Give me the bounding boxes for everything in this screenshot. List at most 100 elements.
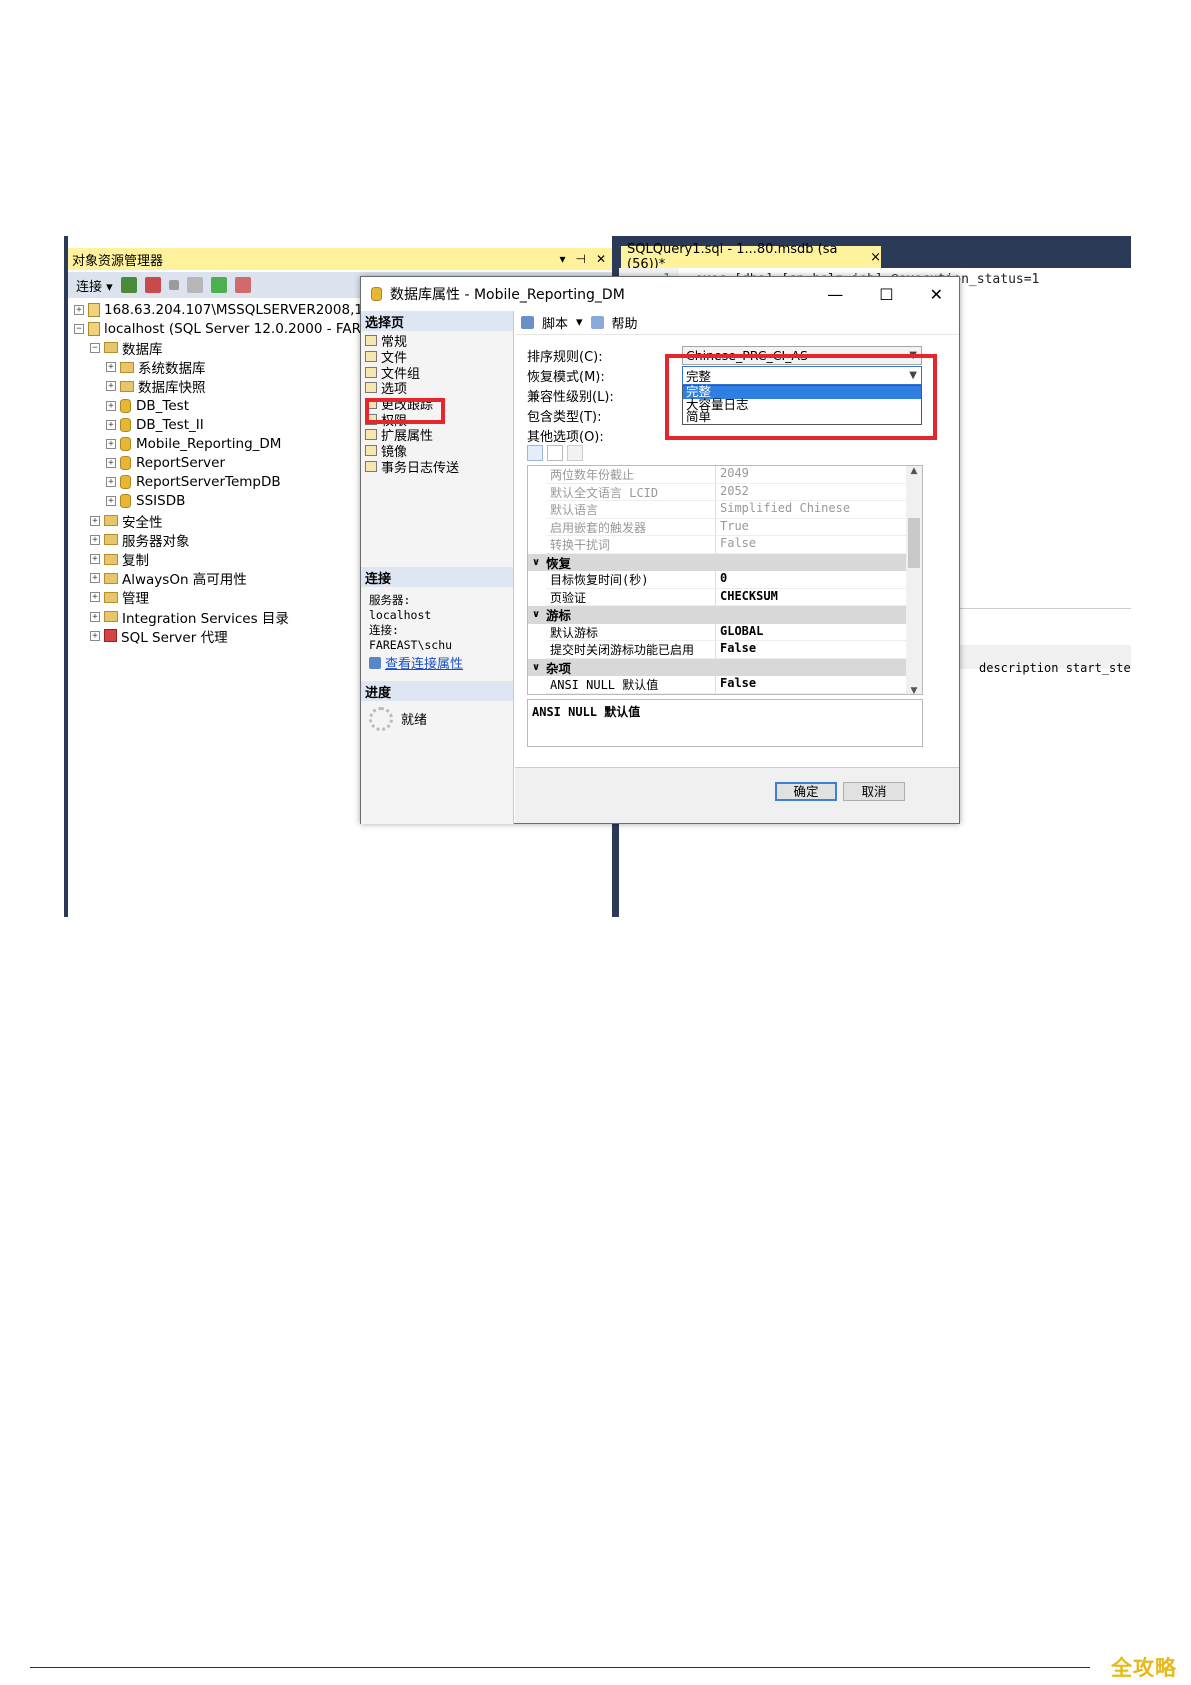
- grid-row[interactable]: 默认游标 GLOBAL: [528, 623, 906, 641]
- object-explorer-title-controls: ▾ ⊣ ✕: [559, 252, 612, 266]
- activity-monitor-icon[interactable]: [234, 277, 251, 293]
- query-tab[interactable]: SQLQuery1.sql - 1...80.msdb (sa (56))* ×: [621, 242, 881, 272]
- refresh-icon[interactable]: [210, 277, 227, 293]
- grid-row-value[interactable]: False: [716, 676, 906, 694]
- dialog-toolbar: 脚本 ▾ 帮助: [515, 311, 959, 335]
- grid-row[interactable]: 两位数年份截止 2049: [528, 466, 906, 484]
- ok-button[interactable]: 确定: [775, 782, 837, 801]
- expand-icon[interactable]: +: [106, 438, 116, 449]
- stop-icon[interactable]: [168, 280, 179, 290]
- expand-icon[interactable]: +: [74, 304, 84, 315]
- tree-node-label: 服务器对象: [122, 533, 190, 550]
- collapse-icon[interactable]: ∨: [532, 557, 546, 568]
- object-explorer-title: 对象资源管理器: [72, 253, 164, 269]
- expand-icon[interactable]: +: [106, 496, 116, 507]
- connect-icon[interactable]: [120, 277, 137, 293]
- other-options-label: 其他选项(O):: [527, 429, 604, 445]
- pin-icon[interactable]: ⊣: [575, 252, 585, 266]
- scroll-thumb[interactable]: [908, 518, 920, 568]
- script-dropdown-icon[interactable]: ▾: [576, 315, 583, 330]
- expand-icon[interactable]: +: [106, 362, 116, 373]
- database-icon: [120, 475, 131, 490]
- tree-node-label: ReportServerTempDB: [136, 474, 281, 491]
- server-icon: [88, 321, 100, 336]
- view-connection-properties-link[interactable]: 查看连接属性: [361, 653, 513, 672]
- expand-icon[interactable]: +: [90, 630, 100, 641]
- expand-icon[interactable]: +: [90, 554, 100, 565]
- expand-icon[interactable]: +: [90, 573, 100, 584]
- connection-value: FAREAST\schu: [369, 638, 453, 652]
- cancel-button[interactable]: 取消: [843, 782, 905, 801]
- connect-button[interactable]: 连接 ▾: [76, 276, 113, 295]
- grid-row[interactable]: 默认语言 Simplified Chinese: [528, 501, 906, 519]
- grid-row-value[interactable]: False: [716, 536, 906, 554]
- grid-row-name: ANSI NULL 默认值: [546, 676, 716, 694]
- grid-category[interactable]: ∨ 恢复: [528, 553, 906, 571]
- grid-row-value[interactable]: CHECKSUM: [716, 589, 906, 606]
- maximize-icon[interactable]: ☐: [879, 285, 893, 304]
- tree-node-label: SSISDB: [136, 493, 186, 510]
- expand-icon[interactable]: +: [106, 458, 116, 469]
- grid-category[interactable]: ∨ 杂项: [528, 658, 906, 676]
- page-icon: [365, 382, 377, 394]
- help-button[interactable]: 帮助: [612, 313, 638, 332]
- dropdown-icon[interactable]: ▾: [559, 252, 565, 266]
- grid-row-name: 默认全文语言 LCID: [546, 483, 716, 501]
- grid-row[interactable]: 提交时关闭游标功能已启用 False: [528, 641, 906, 659]
- tree-node-label: 复制: [122, 553, 149, 570]
- expand-icon[interactable]: +: [90, 611, 100, 622]
- expand-icon[interactable]: +: [90, 592, 100, 603]
- grid-row[interactable]: ANSI NULLS 已启用Fal: [528, 693, 906, 695]
- database-icon: [371, 287, 382, 301]
- tree-node-label: 数据库快照: [138, 380, 206, 397]
- expand-icon[interactable]: +: [90, 534, 100, 545]
- collapse-icon[interactable]: ∨: [532, 662, 546, 673]
- page-icon: [365, 445, 377, 457]
- close-icon[interactable]: ✕: [596, 252, 606, 266]
- expand-icon[interactable]: +: [106, 400, 116, 411]
- page-icon: [365, 429, 377, 441]
- page-bottom-rule: [30, 1667, 1090, 1668]
- grid-row-value[interactable]: Fal: [716, 694, 906, 695]
- collapse-icon[interactable]: ∨: [532, 609, 546, 620]
- collapse-icon[interactable]: −: [74, 323, 84, 334]
- recovery-model-label: 恢复模式(M):: [527, 369, 605, 385]
- grid-row[interactable]: 默认全文语言 LCID 2052: [528, 483, 906, 501]
- collapse-icon[interactable]: −: [90, 342, 100, 353]
- disconnect-icon[interactable]: [144, 277, 161, 293]
- tree-node-label: SQL Server 代理: [121, 629, 228, 646]
- expand-icon[interactable]: +: [90, 515, 100, 526]
- grid-row-value[interactable]: False: [716, 641, 906, 659]
- scroll-up-icon[interactable]: ▲: [906, 466, 922, 476]
- dialog-right-pane: 脚本 ▾ 帮助 排序规则(C): Chinese_PRC_CI_AS ▼ 恢复模…: [365, 311, 959, 767]
- grid-row-value[interactable]: True: [716, 519, 906, 536]
- grid-row[interactable]: 转换干扰词 False: [528, 536, 906, 554]
- folder-icon: [120, 361, 134, 373]
- grid-category[interactable]: ∨ 游标: [528, 606, 906, 624]
- property-pages-icon[interactable]: [567, 445, 583, 461]
- grid-row-name: ANSI NULLS 已启用: [546, 693, 716, 694]
- expand-icon[interactable]: +: [106, 419, 116, 430]
- grid-toolbar: [527, 445, 583, 463]
- tab-close-icon[interactable]: ×: [870, 250, 881, 265]
- categorized-icon[interactable]: [527, 445, 543, 461]
- page-item[interactable]: 事务日志传送: [361, 459, 513, 476]
- sort-alphabetical-icon[interactable]: [547, 445, 563, 461]
- grid-row[interactable]: 启用嵌套的触发器 True: [528, 518, 906, 536]
- expand-icon[interactable]: +: [106, 477, 116, 488]
- grid-scrollbar[interactable]: ▲ ▼: [906, 466, 922, 694]
- grid-row-value[interactable]: GLOBAL: [716, 624, 906, 641]
- grid-row-value[interactable]: 2049: [716, 466, 906, 484]
- close-icon[interactable]: ✕: [930, 285, 943, 304]
- script-button[interactable]: 脚本: [542, 313, 568, 332]
- minimize-icon[interactable]: —: [827, 285, 843, 304]
- grid-row[interactable]: ANSI NULL 默认值 False: [528, 676, 906, 694]
- filter-icon[interactable]: [186, 277, 203, 293]
- grid-row-value[interactable]: 2052: [716, 484, 906, 501]
- grid-row[interactable]: 页验证 CHECKSUM: [528, 588, 906, 606]
- grid-row[interactable]: 目标恢复时间(秒) 0: [528, 571, 906, 589]
- scroll-down-icon[interactable]: ▼: [906, 686, 922, 694]
- grid-row-value[interactable]: Simplified Chinese: [716, 501, 906, 519]
- expand-icon[interactable]: +: [106, 381, 116, 392]
- grid-row-value[interactable]: 0: [716, 571, 906, 589]
